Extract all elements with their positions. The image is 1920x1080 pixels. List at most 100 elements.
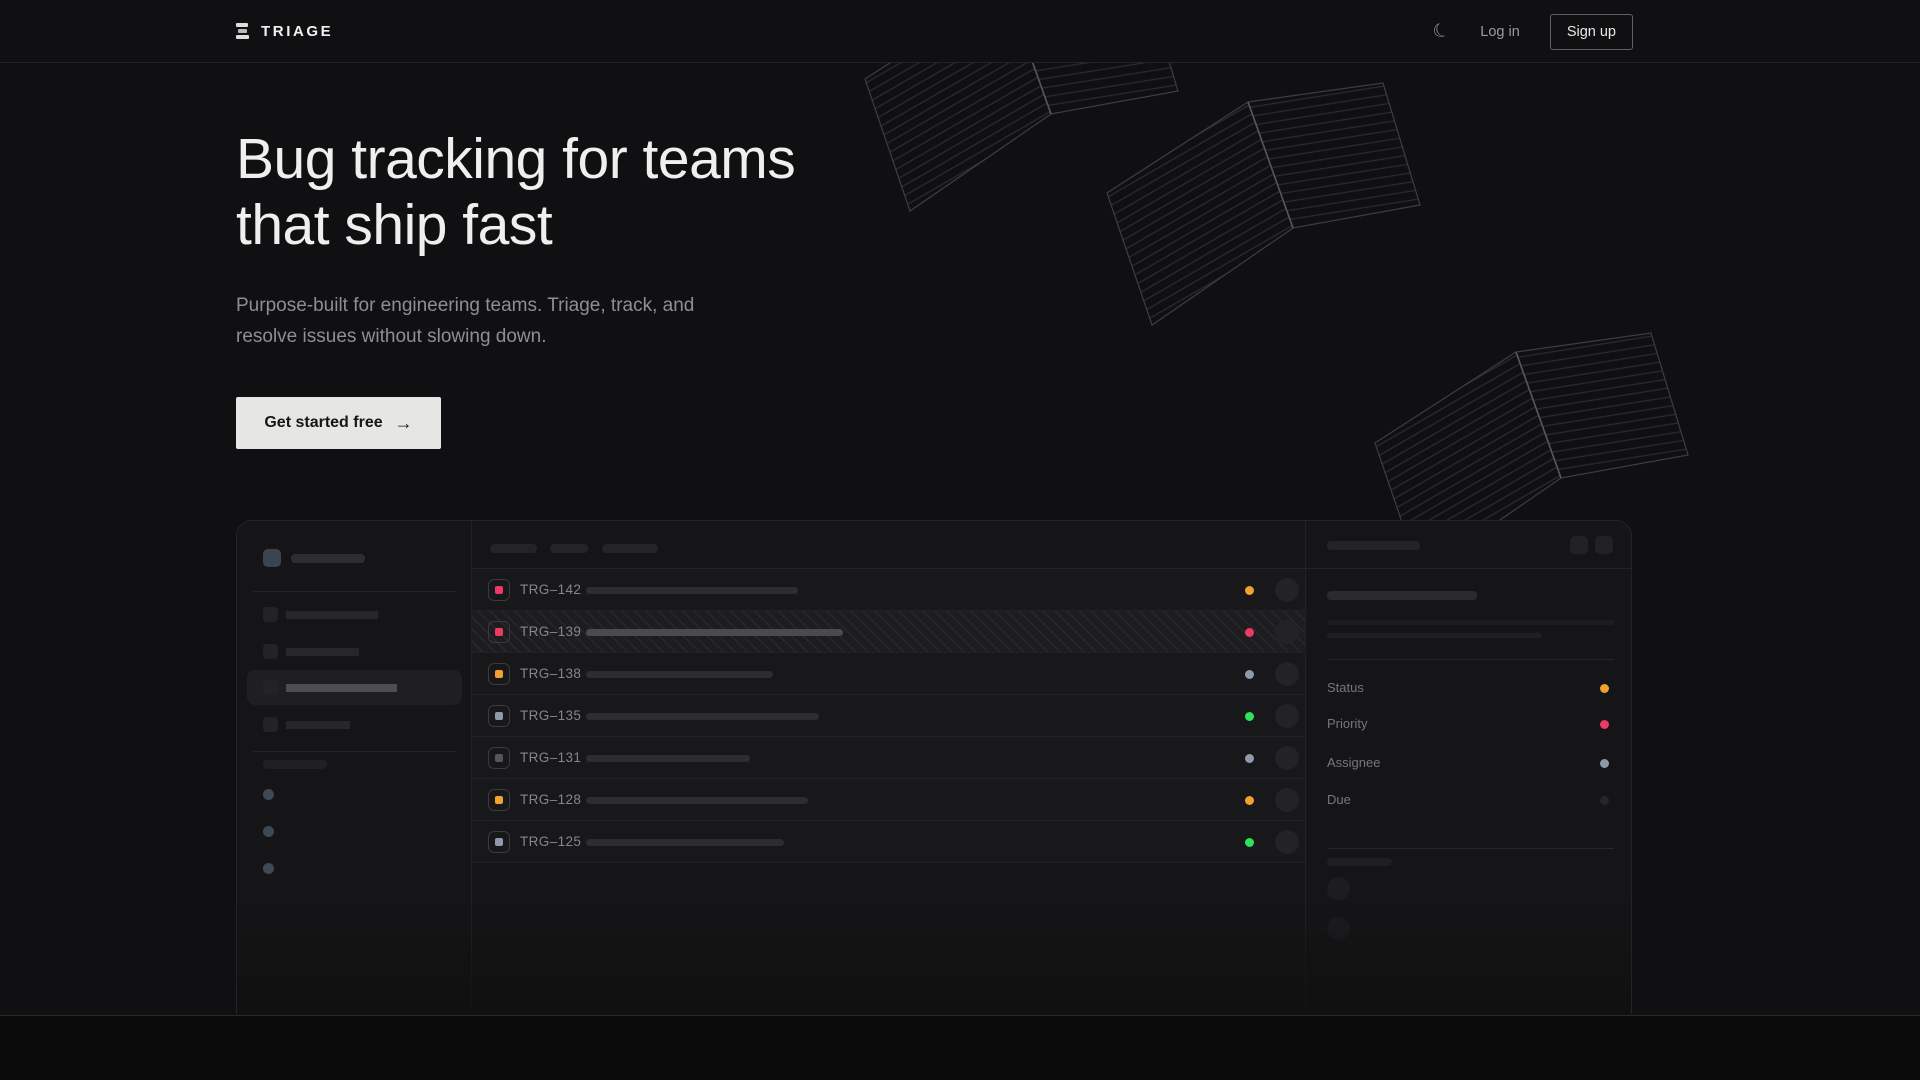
issue-id: TRG–138 [520,666,581,681]
sidebar-item-3-active[interactable] [247,670,462,705]
property-row-due[interactable]: Due [1327,791,1614,811]
wireframe-decoration [830,0,1790,520]
arrow-right-icon: → [395,413,413,434]
sidebar-item-2[interactable] [247,634,462,669]
issue-id: TRG–142 [520,582,581,597]
property-label: Status [1327,680,1364,695]
issue-title-skeleton [586,713,819,720]
issue-title-skeleton [586,839,784,846]
issue-checkbox-icon[interactable] [488,621,510,643]
workspace-name-skeleton [291,554,365,563]
issue-row[interactable]: TRG–138 [472,653,1305,695]
assignee-avatar[interactable] [1275,830,1299,854]
tab-skeleton[interactable] [602,544,658,553]
property-row-assignee[interactable]: Assignee [1327,754,1614,774]
issue-id: TRG–125 [520,834,581,849]
issue-row[interactable]: TRG–128 [472,779,1305,821]
property-label: Priority [1327,716,1367,731]
status-dot [1245,628,1254,637]
property-label: Due [1327,792,1351,807]
detail-action-icon[interactable] [1595,536,1613,554]
assignee-avatar[interactable] [1275,788,1299,812]
status-dot [1245,838,1254,847]
issue-detail-panel: Status Priority Assignee Due [1305,521,1632,1014]
issue-checkbox-icon[interactable] [488,789,510,811]
property-row-priority[interactable]: Priority [1327,715,1614,735]
hero-title: Bug tracking for teams that ship fast [236,126,795,258]
issue-checkbox-icon[interactable] [488,831,510,853]
sidebar-item-1[interactable] [247,597,462,632]
sidebar-item-skeleton [286,611,378,619]
property-row-status[interactable]: Status [1327,679,1614,699]
signup-button[interactable]: Sign up [1550,14,1633,50]
workspace-icon[interactable] [263,549,281,567]
moon-theme-icon[interactable]: ☾ [1430,19,1453,43]
status-dot [1245,796,1254,805]
status-dot [1245,712,1254,721]
status-value-dot [1600,684,1609,693]
sidebar-item-skeleton [286,648,359,656]
issue-row[interactable]: TRG–142 [472,569,1305,611]
app-mockup-window: TRG–142 TRG–139 TRG–138 TRG–135 [236,520,1632,1014]
comment-avatar [1327,917,1350,940]
issue-checkbox-icon[interactable] [488,747,510,769]
due-value-dot [1600,796,1609,805]
issue-id: TRG–128 [520,792,581,807]
triage-bars-icon [236,23,250,39]
comments-label-skeleton [1327,858,1392,866]
issue-checkbox-icon[interactable] [488,579,510,601]
status-dot [1245,586,1254,595]
issue-row-selected[interactable]: TRG–139 [472,611,1305,653]
priority-value-dot [1600,720,1609,729]
sidebar-divider [253,591,456,592]
sidebar-item-4[interactable] [247,707,462,742]
tab-skeleton[interactable] [490,544,537,553]
brand-name: TRIAGE [261,23,333,40]
sidebar-avatar-dot[interactable] [263,863,274,874]
issue-title-skeleton [586,587,798,594]
issue-title-skeleton [586,671,773,678]
sidebar-divider [253,751,456,752]
comment-avatar [1327,877,1350,900]
sidebar-section-skeleton [263,760,327,769]
issue-row[interactable]: TRG–131 [472,737,1305,779]
assignee-value-dot [1600,759,1609,768]
property-label: Assignee [1327,755,1380,770]
hero-title-line1: Bug tracking for teams [236,127,795,191]
login-link[interactable]: Log in [1480,24,1520,40]
issue-checkbox-icon[interactable] [488,663,510,685]
tab-skeleton[interactable] [550,544,588,553]
list-toolbar [472,521,1305,569]
issue-id: TRG–139 [520,624,581,639]
detail-divider [1327,848,1614,849]
assignee-avatar[interactable] [1275,578,1299,602]
detail-header [1306,521,1632,569]
footer-band [0,1015,1920,1080]
cta-label: Get started free [264,414,382,432]
assignee-avatar[interactable] [1275,620,1299,644]
assignee-avatar[interactable] [1275,746,1299,770]
status-dot [1245,754,1254,763]
hero-title-line2: that ship fast [236,193,552,257]
sidebar-avatar-dot[interactable] [263,826,274,837]
issue-checkbox-icon[interactable] [488,705,510,727]
issue-title-skeleton [586,797,808,804]
detail-title-skeleton [1327,541,1420,550]
assignee-avatar[interactable] [1275,662,1299,686]
top-nav: TRIAGE ☾ Log in Sign up [0,0,1920,63]
issue-row[interactable]: TRG–135 [472,695,1305,737]
issue-list-panel: TRG–142 TRG–139 TRG–138 TRG–135 [472,521,1305,1014]
detail-action-icon[interactable] [1570,536,1588,554]
brand[interactable]: TRIAGE [236,23,333,40]
status-dot [1245,670,1254,679]
get-started-button[interactable]: Get started free → [236,397,441,449]
sidebar-item-icon [263,680,278,695]
hero-subtitle: Purpose-built for engineering teams. Tri… [236,290,716,352]
sidebar-item-skeleton [286,721,350,729]
assignee-avatar[interactable] [1275,704,1299,728]
sidebar-item-icon [263,644,278,659]
sidebar-avatar-dot[interactable] [263,789,274,800]
detail-heading-skeleton [1327,591,1477,600]
issue-row[interactable]: TRG–125 [472,821,1305,863]
issue-title-skeleton [586,629,843,636]
